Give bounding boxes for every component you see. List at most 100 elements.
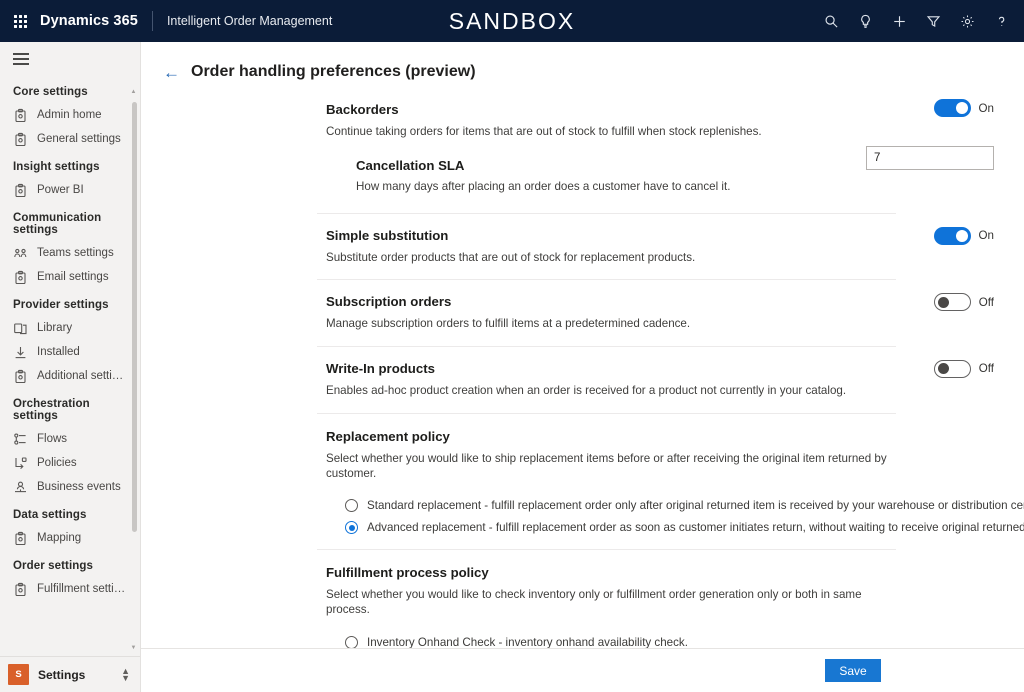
sidebar-item-installed[interactable]: Installed bbox=[0, 340, 129, 364]
sidebar-item-power-bi[interactable]: Power BI bbox=[0, 178, 129, 202]
setting-section-fulfillment-process-policy: Fulfillment process policy Select whethe… bbox=[317, 550, 896, 648]
back-arrow-icon[interactable]: ← bbox=[163, 64, 180, 81]
fulfillment-policy-option-1[interactable]: Inventory Onhand Check - inventory onhan… bbox=[326, 631, 896, 648]
download-icon bbox=[13, 345, 28, 360]
sidebar-item-label: Library bbox=[37, 322, 72, 334]
top-header-bar: Dynamics 365 Intelligent Order Managemen… bbox=[0, 0, 1024, 42]
menu-icon[interactable] bbox=[0, 42, 140, 76]
backorders-toggle[interactable] bbox=[934, 99, 971, 117]
page-title: Order handling preferences (preview) bbox=[191, 63, 476, 81]
sidebar-group-title: Provider settings bbox=[0, 289, 129, 316]
app-name-label[interactable]: Intelligent Order Management bbox=[153, 14, 332, 28]
sidebar-item-label: Teams settings bbox=[37, 247, 114, 259]
body-container: Core settingsAdmin homeGeneral settingsI… bbox=[0, 42, 1024, 692]
sidebar-item-label: General settings bbox=[37, 133, 121, 145]
simple-substitution-toggle-state: On bbox=[979, 229, 994, 242]
area-switcher[interactable]: S Settings ▲▼ bbox=[0, 656, 140, 692]
clipboard-icon bbox=[13, 369, 28, 384]
replacement-policy-option-2[interactable]: Advanced replacement - fulfill replaceme… bbox=[326, 517, 896, 539]
teams-icon bbox=[13, 246, 28, 261]
main-content: ← Order handling preferences (preview) B… bbox=[141, 42, 1024, 692]
write-in-products-toggle[interactable] bbox=[934, 360, 971, 378]
lightbulb-icon[interactable] bbox=[848, 0, 882, 42]
setting-title: Backorders bbox=[326, 102, 896, 117]
sidebar-item-label: Email settings bbox=[37, 271, 109, 283]
sidebar-group-title: Insight settings bbox=[0, 151, 129, 178]
setting-title: Fulfillment process policy bbox=[326, 565, 896, 580]
app-launcher-icon[interactable] bbox=[0, 0, 40, 42]
sidebar-scroll-area: Core settingsAdmin homeGeneral settingsI… bbox=[0, 76, 140, 656]
policies-icon bbox=[13, 456, 28, 471]
header-actions bbox=[814, 0, 1024, 42]
subscription-orders-toggle-state: Off bbox=[979, 296, 994, 309]
sidebar-item-teams-settings[interactable]: Teams settings bbox=[0, 241, 129, 265]
clipboard-icon bbox=[13, 582, 28, 597]
fulfillment-policy-radio-group: Inventory Onhand Check - inventory onhan… bbox=[326, 631, 896, 648]
area-badge: S bbox=[8, 664, 29, 685]
chevron-up-down-icon[interactable]: ▲▼ bbox=[121, 668, 130, 682]
filter-icon[interactable] bbox=[916, 0, 950, 42]
radio-label: Standard replacement - fulfill replaceme… bbox=[367, 499, 1024, 512]
help-icon[interactable] bbox=[984, 0, 1018, 42]
setting-title: Write-In products bbox=[326, 361, 896, 376]
add-icon[interactable] bbox=[882, 0, 916, 42]
sidebar-item-flows[interactable]: Flows bbox=[0, 427, 129, 451]
subscription-orders-toggle-wrap: Off bbox=[934, 293, 994, 311]
search-icon[interactable] bbox=[814, 0, 848, 42]
setting-row-simple-substitution: Simple substitution Substitute order pro… bbox=[317, 214, 896, 281]
brand-title[interactable]: Dynamics 365 bbox=[40, 13, 152, 29]
subscription-orders-toggle[interactable] bbox=[934, 293, 971, 311]
sidebar-scroll-up-arrow[interactable]: ▲ bbox=[130, 88, 137, 96]
cancellation-sla-description: How many days after placing an order doe… bbox=[356, 180, 896, 193]
clipboard-icon bbox=[13, 183, 28, 198]
setting-row-backorders: Backorders Continue taking orders for it… bbox=[317, 86, 896, 214]
sidebar-item-business-events[interactable]: Business events bbox=[0, 475, 129, 499]
sidebar-item-label: Additional settings bbox=[37, 370, 129, 382]
clipboard-icon bbox=[13, 132, 28, 147]
save-button[interactable]: Save bbox=[825, 659, 881, 682]
sidebar-item-fulfillment-setting[interactable]: Fulfillment setting... bbox=[0, 577, 129, 601]
replacement-policy-radio-group: Standard replacement - fulfill replaceme… bbox=[326, 495, 896, 539]
sidebar-item-label: Power BI bbox=[37, 184, 84, 196]
simple-substitution-toggle[interactable] bbox=[934, 227, 971, 245]
sidebar-item-general-settings[interactable]: General settings bbox=[0, 127, 129, 151]
sidebar-group-title: Order settings bbox=[0, 550, 129, 577]
setting-description: Select whether you would like to ship re… bbox=[326, 451, 896, 482]
setting-description: Substitute order products that are out o… bbox=[326, 250, 896, 266]
setting-title: Subscription orders bbox=[326, 294, 896, 309]
radio-button[interactable] bbox=[345, 499, 358, 512]
sidebar-item-admin-home[interactable]: Admin home bbox=[0, 103, 129, 127]
write-in-products-toggle-state: Off bbox=[979, 362, 994, 375]
sidebar-item-label: Business events bbox=[37, 481, 121, 493]
library-icon bbox=[13, 321, 28, 336]
setting-row-write-in-products: Write-In products Enables ad-hoc product… bbox=[317, 347, 896, 414]
backorders-toggle-state: On bbox=[979, 102, 994, 115]
sidebar-item-label: Policies bbox=[37, 457, 77, 469]
setting-title: Simple substitution bbox=[326, 228, 896, 243]
sidebar-item-mapping[interactable]: Mapping bbox=[0, 526, 129, 550]
sidebar-scrollbar-thumb[interactable] bbox=[132, 102, 137, 532]
area-switcher-label: Settings bbox=[38, 668, 112, 682]
settings-gear-icon[interactable] bbox=[950, 0, 984, 42]
sidebar-item-library[interactable]: Library bbox=[0, 316, 129, 340]
sidebar-item-policies[interactable]: Policies bbox=[0, 451, 129, 475]
sidebar-scroll-down-arrow[interactable]: ▼ bbox=[130, 644, 137, 652]
backorders-toggle-wrap: On bbox=[934, 99, 994, 117]
flows-icon bbox=[13, 432, 28, 447]
radio-label: Advanced replacement - fulfill replaceme… bbox=[367, 521, 1024, 534]
sidebar-group-title: Communication settings bbox=[0, 202, 129, 241]
settings-content: Backorders Continue taking orders for it… bbox=[141, 86, 1024, 648]
setting-title: Replacement policy bbox=[326, 429, 896, 444]
sidebar-item-additional-settings[interactable]: Additional settings bbox=[0, 364, 129, 388]
replacement-policy-option-1[interactable]: Standard replacement - fulfill replaceme… bbox=[326, 495, 896, 517]
radio-button[interactable] bbox=[345, 521, 358, 534]
sidebar-item-label: Installed bbox=[37, 346, 80, 358]
business-events-icon bbox=[13, 480, 28, 495]
radio-button[interactable] bbox=[345, 636, 358, 648]
waffle-grid bbox=[14, 15, 27, 28]
clipboard-icon bbox=[13, 108, 28, 123]
clipboard-icon bbox=[13, 270, 28, 285]
cancellation-sla-input[interactable] bbox=[866, 146, 994, 170]
sidebar-item-email-settings[interactable]: Email settings bbox=[0, 265, 129, 289]
sidebar-group-title: Orchestration settings bbox=[0, 388, 129, 427]
